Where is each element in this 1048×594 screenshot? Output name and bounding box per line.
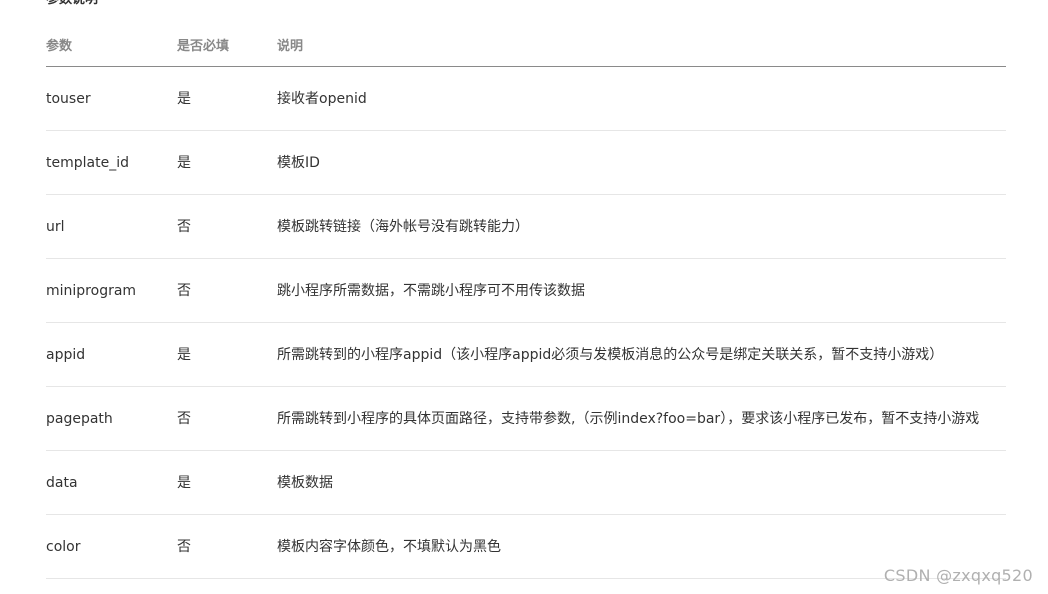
required-cell: 是: [177, 90, 191, 107]
watermark: CSDN @zxqxq520: [883, 566, 1033, 585]
required-cell: 是: [177, 154, 191, 171]
header-param: 参数: [46, 39, 73, 54]
table-row: touser 是 接收者openid: [46, 67, 1006, 131]
header-description: 说明: [277, 39, 304, 54]
description-cell: 所需跳转到的小程序appid（该小程序appid必须与发模板消息的公众号是绑定关…: [277, 346, 944, 363]
description-cell: 模板数据: [277, 474, 333, 491]
table-header: 参数 是否必填 说明: [46, 28, 1006, 67]
required-cell: 否: [177, 410, 191, 427]
required-cell: 否: [177, 538, 191, 555]
description-cell: 所需跳转到小程序的具体页面路径，支持带参数,（示例index?foo=bar），…: [277, 410, 980, 427]
description-cell: 模板ID: [277, 154, 320, 171]
description-cell: 模板跳转链接（海外帐号没有跳转能力）: [277, 218, 529, 235]
param-cell: appid: [46, 346, 86, 363]
section-title: 参数说明: [46, 0, 98, 9]
table-row: miniprogram 否 跳小程序所需数据，不需跳小程序可不用传该数据: [46, 259, 1006, 323]
required-cell: 否: [177, 282, 191, 299]
param-cell: touser: [46, 90, 91, 107]
param-cell: miniprogram: [46, 282, 137, 299]
params-table: 参数 是否必填 说明 touser 是 接收者openid template_i…: [46, 28, 1006, 579]
header-required: 是否必填: [177, 39, 230, 54]
param-cell: color: [46, 538, 81, 555]
description-cell: 跳小程序所需数据，不需跳小程序可不用传该数据: [277, 282, 585, 299]
table-row: template_id 是 模板ID: [46, 131, 1006, 195]
param-cell: template_id: [46, 154, 129, 171]
description-cell: 模板内容字体颜色，不填默认为黑色: [277, 538, 501, 555]
required-cell: 是: [177, 346, 191, 363]
table-row: color 否 模板内容字体颜色，不填默认为黑色: [46, 515, 1006, 579]
table-row: url 否 模板跳转链接（海外帐号没有跳转能力）: [46, 195, 1006, 259]
required-cell: 否: [177, 218, 191, 235]
param-cell: url: [46, 218, 65, 235]
required-cell: 是: [177, 474, 191, 491]
table-row: appid 是 所需跳转到的小程序appid（该小程序appid必须与发模板消息…: [46, 323, 1006, 387]
page: 参数说明 参数 是否必填 说明 touser 是 接收者openid templ…: [0, 0, 1048, 594]
table-row: data 是 模板数据: [46, 451, 1006, 515]
param-cell: data: [46, 474, 78, 491]
table-row: pagepath 否 所需跳转到小程序的具体页面路径，支持带参数,（示例inde…: [46, 387, 1006, 451]
param-cell: pagepath: [46, 410, 113, 427]
description-cell: 接收者openid: [277, 90, 367, 107]
